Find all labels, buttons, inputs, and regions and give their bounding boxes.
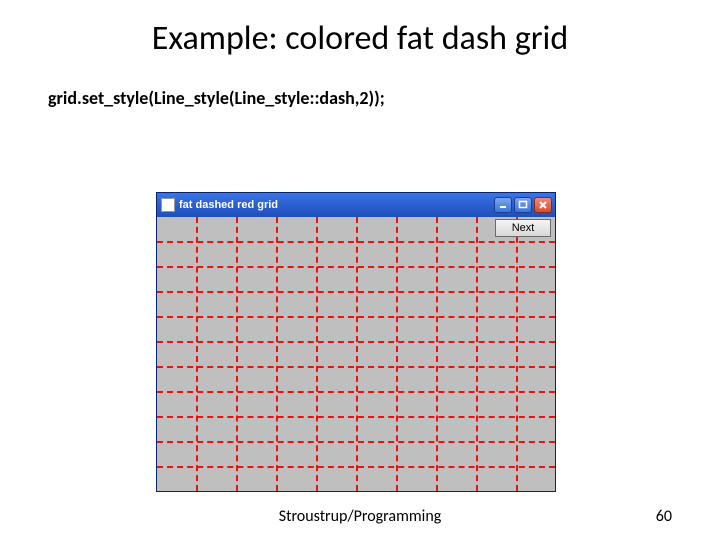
grid-hline — [157, 266, 555, 268]
grid-vline — [236, 217, 238, 491]
grid-vline — [316, 217, 318, 491]
grid-vline — [516, 217, 518, 491]
next-button[interactable]: Next — [495, 219, 551, 237]
page-number: 60 — [656, 507, 672, 526]
grid-vline — [396, 217, 398, 491]
code-snippet: grid.set_style(Line_style(Line_style::da… — [48, 87, 720, 109]
grid-vline — [436, 217, 438, 491]
grid-hline — [157, 416, 555, 418]
footer-text: Stroustrup/Programming — [0, 507, 720, 526]
grid-vline — [356, 217, 358, 491]
titlebar-controls — [494, 197, 552, 213]
grid-hline — [157, 366, 555, 368]
slide-title: Example: colored fat dash grid — [0, 0, 720, 59]
grid-hline — [157, 341, 555, 343]
grid-vline — [196, 217, 198, 491]
grid-hline — [157, 241, 555, 243]
grid-vline — [276, 217, 278, 491]
client-area: Next — [157, 217, 555, 491]
minimize-button[interactable] — [494, 197, 512, 213]
grid-hline — [157, 466, 555, 468]
app-icon — [161, 198, 175, 212]
grid-vline — [476, 217, 478, 491]
app-window: fat dashed red grid Next — [156, 192, 556, 492]
grid-canvas — [157, 217, 555, 491]
grid-hline — [157, 441, 555, 443]
close-button[interactable] — [534, 197, 552, 213]
window-title: fat dashed red grid — [179, 199, 490, 211]
grid-hline — [157, 316, 555, 318]
maximize-button[interactable] — [514, 197, 532, 213]
grid-hline — [157, 391, 555, 393]
titlebar: fat dashed red grid — [157, 193, 555, 217]
grid-hline — [157, 291, 555, 293]
